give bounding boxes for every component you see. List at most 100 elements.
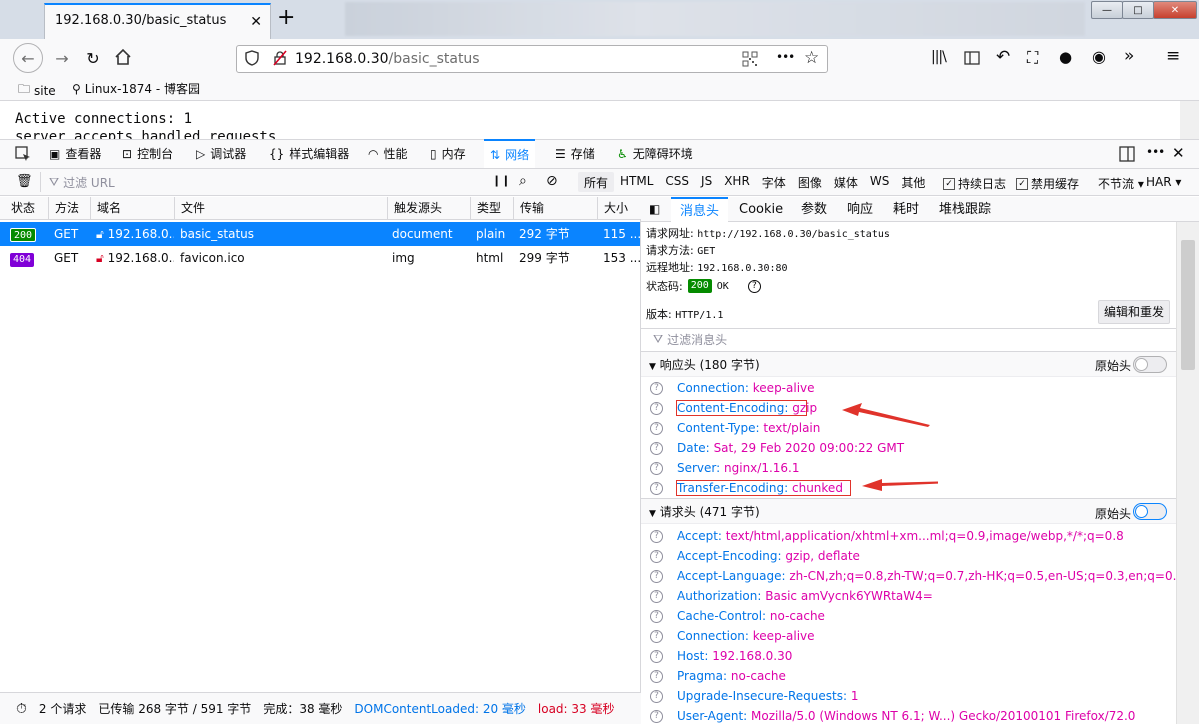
close-window-button[interactable]: ✕: [1153, 1, 1197, 19]
bookmark-link[interactable]: ⚲ Linux-1874 - 博客园: [72, 80, 200, 97]
minimize-button[interactable]: —: [1091, 1, 1123, 19]
header-row[interactable]: ? Authorization: Basic amVycnk6YWRtaW4=: [650, 586, 933, 606]
menu-hamburger-icon[interactable]: ≡: [1166, 46, 1180, 66]
tab-console[interactable]: ⊡ 控制台: [122, 139, 173, 168]
tab-debugger[interactable]: ▷ 调试器: [196, 139, 246, 168]
tab-cookies[interactable]: Cookie: [739, 197, 783, 222]
account-icon[interactable]: ◉: [1092, 47, 1106, 66]
header-row[interactable]: ? Accept: text/html,application/xhtml+xm.…: [650, 526, 1124, 546]
raw-headers-toggle[interactable]: [1133, 503, 1167, 520]
type-filter-all[interactable]: 所有: [578, 172, 615, 192]
type-filter-fonts[interactable]: 字体: [756, 172, 792, 192]
block-icon[interactable]: ⊘: [546, 173, 558, 189]
header-row[interactable]: ? Server: nginx/1.16.1: [650, 458, 800, 478]
header-row[interactable]: ? Host: 192.168.0.30: [650, 646, 792, 666]
tab-storage[interactable]: ☰ 存储: [555, 139, 595, 168]
filter-headers-placeholder: 过滤消息头: [667, 333, 728, 347]
type-filter-ws[interactable]: WS: [864, 172, 895, 192]
help-icon[interactable]: ?: [747, 279, 761, 293]
type-filter-xhr[interactable]: XHR: [718, 172, 756, 192]
header-row[interactable]: ? Content-Type: text/plain: [650, 418, 820, 438]
type-filter-css[interactable]: CSS: [659, 172, 695, 192]
bookmark-star-icon[interactable]: ☆: [804, 48, 819, 68]
library-icon[interactable]: |||\: [931, 49, 947, 65]
header-row[interactable]: ? Connection: keep-alive: [650, 626, 815, 646]
tab-style-editor[interactable]: {} 样式编辑器: [269, 139, 349, 168]
tab-params[interactable]: 参数: [801, 197, 827, 222]
type-filter-js[interactable]: JS: [695, 172, 718, 192]
tab-performance[interactable]: ◠ 性能: [368, 139, 408, 168]
type-filter-images[interactable]: 图像: [792, 172, 828, 192]
throttling-select[interactable]: 不节流 ▾: [1098, 175, 1144, 192]
page-actions-button[interactable]: •••: [776, 50, 795, 64]
header-row[interactable]: ? Pragma: no-cache: [650, 666, 786, 686]
column-type[interactable]: 类型: [470, 197, 514, 220]
tab-memory[interactable]: ▯ 内存: [430, 139, 466, 168]
tab-close-icon[interactable]: ✕: [250, 14, 262, 30]
column-transferred[interactable]: 传输: [513, 197, 598, 220]
tab-stack-trace[interactable]: 堆栈跟踪: [939, 197, 991, 222]
headers-scrollbar[interactable]: [1176, 222, 1199, 724]
column-status[interactable]: 状态: [5, 197, 49, 220]
crop-screenshot-icon[interactable]: ⛶: [1027, 48, 1038, 68]
maximize-button[interactable]: □: [1122, 1, 1154, 19]
tab-active[interactable]: 192.168.0.30/basic_status ✕: [44, 3, 271, 39]
column-method[interactable]: 方法: [48, 197, 91, 220]
table-row[interactable]: 404 GET 🔓︎ 192.168.0.... favicon.ico img…: [0, 246, 640, 270]
tab-network[interactable]: ⇅ 网络: [484, 139, 536, 168]
undo-icon[interactable]: ↶: [996, 47, 1010, 67]
dock-options-button[interactable]: [1119, 146, 1135, 165]
filter-headers-input[interactable]: ⛛ 过滤消息头: [641, 328, 1176, 350]
type-filter-html[interactable]: HTML: [614, 172, 659, 192]
header-row[interactable]: ? Connection: keep-alive: [650, 378, 815, 398]
type-filter-media[interactable]: 媒体: [828, 172, 864, 192]
insecure-connection-icon[interactable]: [272, 50, 288, 69]
disable-cache-checkbox[interactable]: ✓ 禁用缓存: [1016, 175, 1079, 192]
pause-icon[interactable]: ❙❙: [492, 174, 510, 187]
element-picker-button[interactable]: [14, 145, 32, 166]
request-url: 请求网址: http://192.168.0.30/basic_status: [646, 225, 890, 241]
search-icon[interactable]: ⌕: [519, 173, 527, 189]
new-tab-button[interactable]: +: [277, 7, 295, 29]
forward-button[interactable]: →: [50, 45, 74, 71]
tab-response[interactable]: 响应: [847, 197, 873, 222]
page-info-button[interactable]: [245, 50, 259, 69]
devtools-close-icon[interactable]: ✕: [1172, 144, 1185, 162]
header-row[interactable]: ? Accept-Language: zh-CN,zh;q=0.8,zh-TW;q…: [650, 566, 1184, 586]
url-text[interactable]: 192.168.0.30/basic_status: [295, 51, 480, 67]
back-button[interactable]: ←: [13, 43, 43, 73]
tab-inspector[interactable]: ▣ 查看器: [49, 139, 101, 168]
toggle-sidebar-icon[interactable]: ◧: [649, 202, 660, 216]
column-cause[interactable]: 触发源头: [387, 197, 471, 220]
tab-accessibility[interactable]: ♿ 无障碍环境: [617, 139, 693, 168]
tab-headers[interactable]: 消息头: [671, 197, 729, 222]
page-scrollbar[interactable]: [1180, 101, 1199, 139]
stopwatch-icon[interactable]: ⏱: [0, 701, 33, 717]
filter-url-input[interactable]: ⛛ 过滤 URL: [40, 172, 480, 192]
column-size[interactable]: 大小: [597, 197, 640, 220]
type-filter-other[interactable]: 其他: [895, 172, 931, 192]
home-button[interactable]: [113, 47, 137, 69]
extension-icon[interactable]: ●: [1059, 48, 1072, 66]
devtools-more-icon[interactable]: •••: [1146, 145, 1165, 159]
header-row[interactable]: ? User-Agent: Mozilla/5.0 (Windows NT 6.1…: [650, 706, 1135, 724]
table-row-selected[interactable]: 200 GET 🔓︎ 192.168.0.... basic_status do…: [0, 222, 640, 246]
header-row[interactable]: ? Cache-Control: no-cache: [650, 606, 825, 626]
raw-headers-toggle[interactable]: [1133, 356, 1167, 373]
persist-logs-checkbox[interactable]: ✓ 持续日志: [943, 175, 1006, 192]
sidebar-icon[interactable]: [964, 50, 980, 69]
column-domain[interactable]: 域名: [90, 197, 175, 220]
overflow-chevron-icon[interactable]: »: [1124, 46, 1134, 66]
column-file[interactable]: 文件: [174, 197, 389, 220]
har-menu-button[interactable]: HAR ▾: [1146, 175, 1181, 189]
tab-title: 192.168.0.30/basic_status: [55, 13, 227, 28]
trash-icon[interactable]: 🗑: [16, 174, 33, 189]
qr-code-button[interactable]: [742, 51, 758, 70]
header-row[interactable]: ? Upgrade-Insecure-Requests: 1: [650, 686, 859, 706]
bookmark-folder-site[interactable]: 🗀 site: [18, 80, 56, 101]
edit-resend-button[interactable]: 编辑和重发: [1098, 300, 1170, 324]
tab-timings[interactable]: 耗时: [893, 197, 919, 222]
reload-button[interactable]: ↻: [81, 45, 105, 71]
scrollbar-thumb[interactable]: [1181, 240, 1195, 370]
header-row[interactable]: ? Accept-Encoding: gzip, deflate: [650, 546, 860, 566]
